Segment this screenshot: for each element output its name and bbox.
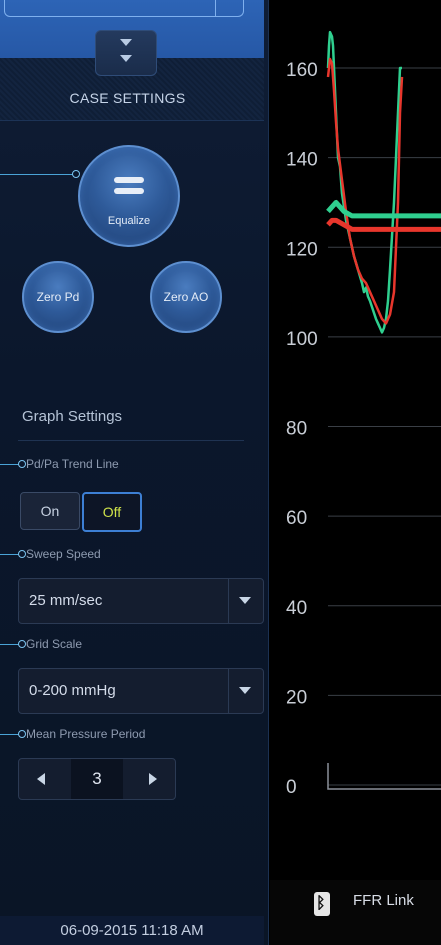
top-control[interactable] bbox=[4, 0, 244, 17]
pd-trace bbox=[326, 30, 402, 334]
dropdown-divider bbox=[228, 579, 229, 623]
zero-ao-button[interactable]: Zero AO bbox=[150, 261, 222, 333]
zero-pd-label: Zero Pd bbox=[36, 290, 80, 304]
connector-dot bbox=[18, 550, 26, 558]
grid-scale-select[interactable]: 0-200 mmHg bbox=[18, 668, 264, 714]
case-settings-title: CASE SETTINGS bbox=[69, 90, 186, 106]
sweep-speed-value: 25 mm/sec bbox=[29, 592, 103, 609]
pa-trace bbox=[326, 57, 404, 325]
mean-pressure-stepper: 3 bbox=[18, 758, 176, 800]
grid-scale-label: Grid Scale bbox=[26, 637, 83, 651]
increment-arrow-icon[interactable] bbox=[149, 773, 157, 785]
sweep-connector bbox=[0, 554, 20, 555]
y-tick-label: 120 bbox=[286, 239, 318, 260]
equalize-connector bbox=[0, 174, 74, 175]
grid-connector bbox=[0, 644, 20, 645]
y-tick-label: 80 bbox=[286, 419, 307, 440]
y-tick-label: 160 bbox=[286, 60, 318, 81]
y-tick-label: 40 bbox=[286, 598, 307, 619]
trend-line-toggle: On Off bbox=[20, 492, 142, 532]
sweep-speed-label: Sweep Speed bbox=[26, 547, 101, 561]
trend-off-button[interactable]: Off bbox=[82, 492, 142, 532]
divider bbox=[18, 440, 244, 441]
collapse-toggle-button[interactable] bbox=[95, 30, 157, 76]
mean-pressure-value: 3 bbox=[71, 759, 123, 799]
y-tick-label: 0 bbox=[286, 777, 297, 798]
chevron-down-icon bbox=[239, 687, 251, 694]
mean-pressure-label: Mean Pressure Period bbox=[26, 727, 146, 741]
pressure-chart: 160 140 120 100 80 60 40 20 0 bbox=[286, 30, 441, 798]
bluetooth-icon: ᛒ bbox=[314, 892, 330, 916]
settings-panel: CASE SETTINGS Equalize Zero Pd Zero AO G… bbox=[0, 0, 269, 945]
connector-dot bbox=[18, 640, 26, 648]
trend-on-button[interactable]: On bbox=[20, 492, 80, 530]
ffr-link-label: FFR Link bbox=[353, 892, 414, 909]
mean-connector bbox=[0, 734, 20, 735]
trend-connector bbox=[0, 464, 20, 465]
pa-mean-line bbox=[326, 217, 441, 232]
graph-settings-title: Graph Settings bbox=[22, 408, 123, 425]
connector-dot bbox=[18, 730, 26, 738]
zero-ao-label: Zero AO bbox=[163, 290, 209, 304]
sweep-speed-select[interactable]: 25 mm/sec bbox=[18, 578, 264, 624]
decrement-arrow-icon[interactable] bbox=[37, 773, 45, 785]
equalize-label: Equalize bbox=[107, 215, 151, 227]
top-control-divider bbox=[215, 0, 216, 16]
chevron-down-icon bbox=[120, 39, 132, 46]
trend-line-label: Pd/Pa Trend Line bbox=[26, 457, 119, 471]
grid-scale-value: 0-200 mmHg bbox=[29, 682, 116, 699]
y-tick-label: 60 bbox=[286, 508, 307, 529]
equalize-button[interactable]: Equalize bbox=[78, 145, 180, 247]
y-tick-label: 140 bbox=[286, 150, 318, 171]
chevron-down-icon bbox=[120, 55, 132, 62]
connector-dot bbox=[18, 460, 26, 468]
status-footer: ᛒ FFR Link bbox=[270, 880, 441, 945]
y-tick-label: 20 bbox=[286, 687, 307, 708]
chevron-down-icon bbox=[239, 597, 251, 604]
dropdown-divider bbox=[228, 669, 229, 713]
zero-pd-button[interactable]: Zero Pd bbox=[22, 261, 94, 333]
y-tick-label: 100 bbox=[286, 329, 318, 350]
equalize-icon bbox=[114, 177, 144, 199]
datetime-display: 06-09-2015 11:18 AM bbox=[0, 916, 264, 945]
connector-dot bbox=[72, 170, 80, 178]
